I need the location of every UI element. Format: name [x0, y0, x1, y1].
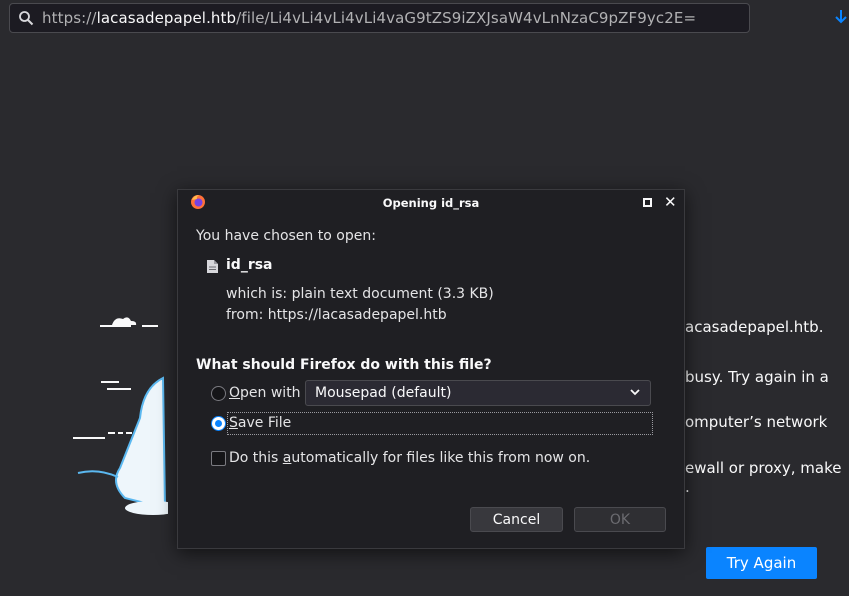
url-scheme: https://	[42, 9, 97, 27]
which-is-label: which is:	[226, 286, 288, 302]
auto-action-checkbox[interactable]	[211, 451, 226, 466]
try-again-button[interactable]: Try Again	[706, 547, 817, 579]
error-illustration	[68, 308, 181, 524]
dialog-intro: You have chosen to open:	[196, 228, 376, 244]
open-with-accesskey: O	[229, 385, 241, 401]
error-text-line4: ewall or proxy, make	[685, 459, 842, 477]
close-icon[interactable]: ✕	[664, 193, 677, 211]
from-label: from:	[226, 307, 264, 323]
auto-action-pre: Do this	[229, 450, 283, 466]
save-file-text: ave File	[237, 415, 292, 431]
save-file-accesskey: S	[229, 415, 238, 431]
firefox-logo-icon	[190, 194, 206, 214]
ok-button[interactable]: OK	[574, 507, 666, 532]
search-icon	[10, 10, 42, 26]
dialog-title: Opening id_rsa	[382, 196, 480, 210]
download-arrow-icon[interactable]	[833, 7, 849, 31]
open-with-app-select[interactable]: Mousepad (default)	[305, 380, 651, 406]
action-question: What should Firefox do with this file?	[196, 357, 492, 373]
error-text-line1: acasadepapel.htb.	[685, 318, 824, 336]
file-type-row: which is: plain text document (3.3 KB)	[226, 286, 494, 302]
error-text-line3: omputer’s network	[685, 413, 828, 431]
document-icon	[207, 258, 218, 277]
url-host: lacasadepapel.htb	[96, 9, 237, 27]
open-file-dialog: Opening id_rsa ✕ You have chosen to open…	[177, 189, 685, 549]
file-type-value: plain text document (3.3 KB)	[291, 286, 494, 302]
file-source-value: https://lacasadepapel.htb	[267, 307, 447, 323]
maximize-icon[interactable]	[643, 198, 652, 207]
auto-action-label[interactable]: Do this automatically for files like thi…	[229, 450, 590, 466]
chevron-down-icon	[628, 385, 642, 403]
error-text-line5: .	[685, 478, 690, 496]
cancel-button[interactable]: Cancel	[470, 507, 563, 532]
url-path: /file/Li4vLi4vLi4vLi4vaG9tZS9iZXJsaW4vLn…	[236, 9, 697, 27]
open-with-label[interactable]: Open with	[229, 385, 301, 401]
file-name: id_rsa	[226, 257, 273, 273]
file-source-row: from: https://lacasadepapel.htb	[226, 307, 447, 323]
auto-action-post: utomatically for files like this from no…	[291, 450, 591, 466]
open-with-app-value: Mousepad (default)	[315, 385, 452, 401]
save-file-label[interactable]: Save File	[229, 415, 291, 431]
url-text[interactable]: https://lacasadepapel.htb/file/Li4vLi4vL…	[42, 9, 696, 27]
error-text-line2: busy. Try again in a	[685, 368, 829, 386]
url-bar[interactable]: https://lacasadepapel.htb/file/Li4vLi4vL…	[9, 3, 750, 33]
open-with-text: pen with	[240, 385, 301, 401]
open-with-radio[interactable]	[211, 386, 226, 401]
save-file-radio[interactable]	[211, 416, 226, 431]
dialog-titlebar[interactable]: Opening id_rsa ✕	[178, 190, 684, 216]
